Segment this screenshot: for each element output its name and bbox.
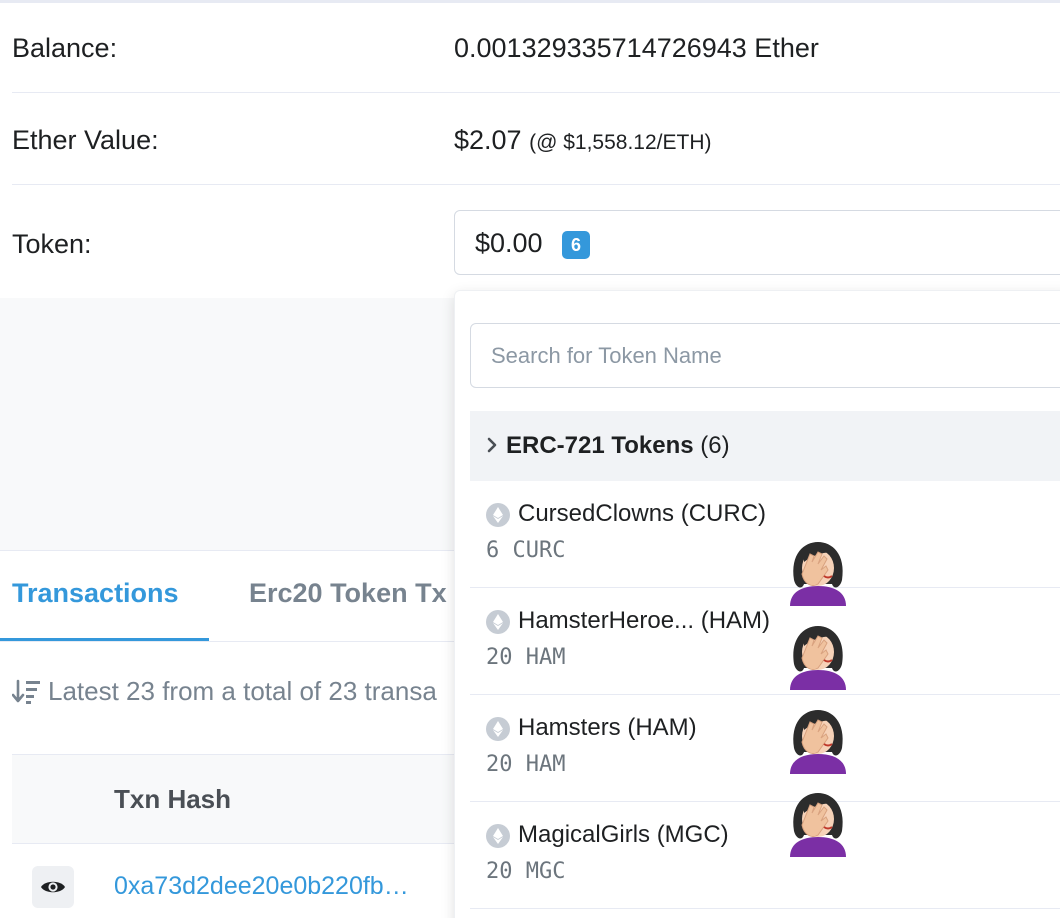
latest-transactions-summary: Latest 23 from a total of 23 transa (12, 676, 437, 707)
ether-usd-value: $2.07 (454, 124, 522, 155)
token-usd-value: $0.00 (475, 228, 543, 258)
column-header-txn-hash: Txn Hash (114, 784, 232, 814)
ether-rate: (@ $1,558.12/ETH) (529, 130, 712, 154)
token-name: HamsterHeroe... (HAM) (518, 607, 771, 634)
token-holdings-dropdown-button[interactable]: $0.00 6 (454, 210, 1060, 275)
token-name: CursedClowns (CURC) (518, 500, 767, 527)
row-divider (12, 184, 1060, 185)
token-list-item[interactable]: Hamsters (HAM) 20 HAM (470, 695, 1060, 802)
ether-value-label: Ether Value: (12, 124, 159, 155)
group-title: ERC-721 Tokens (6) (506, 432, 730, 460)
chevron-right-icon (487, 437, 497, 453)
ethereum-icon (486, 503, 510, 527)
eye-icon (41, 881, 65, 893)
facepalm-emoji-icon (790, 710, 846, 774)
ethereum-icon (486, 717, 510, 741)
sort-amount-down-icon (12, 679, 40, 704)
token-search-input[interactable] (470, 323, 1060, 388)
token-quantity: 20 HAM (486, 752, 566, 777)
ether-value: $2.07 (@ $1,558.12/ETH) (454, 125, 712, 156)
group-title-text: ERC-721 Tokens (506, 432, 694, 459)
erc721-tokens-group-header[interactable]: ERC-721 Tokens (6) (470, 411, 1060, 481)
token-count-badge: 6 (562, 231, 590, 259)
tab-erc20-token-txns[interactable]: Erc20 Token Tx (249, 578, 447, 609)
facepalm-emoji-icon (790, 542, 846, 606)
token-list-item[interactable]: MagicalGirls (MGC) 20 MGC (470, 802, 1060, 909)
balance-row: Balance: 0.001329335714726943 Ether (12, 28, 1060, 68)
facepalm-emoji-icon (790, 793, 846, 857)
ethereum-icon (486, 824, 510, 848)
tab-transactions[interactable]: Transactions (12, 578, 179, 609)
ethereum-icon (486, 610, 510, 634)
balance-value: 0.001329335714726943 Ether (454, 32, 819, 63)
facepalm-emoji-icon (790, 626, 846, 690)
token-name: Hamsters (HAM) (518, 714, 697, 741)
latest-text: Latest 23 from a total of 23 transa (48, 676, 437, 706)
group-count: (6) (700, 432, 730, 459)
balance-label: Balance: (12, 32, 118, 63)
view-details-button[interactable] (32, 866, 74, 908)
token-quantity: 20 MGC (486, 859, 566, 884)
token-list-item[interactable]: HamsterHeroe... (HAM) 20 HAM (470, 588, 1060, 695)
token-quantity: 6 CURC (486, 538, 566, 563)
txn-hash-link[interactable]: 0xa73d2dee20e0b220fb… (114, 872, 409, 901)
top-border (0, 0, 1060, 3)
row-divider (12, 92, 1060, 93)
token-quantity: 20 HAM (486, 645, 566, 670)
token-label: Token: (12, 228, 92, 259)
ether-value-row: Ether Value: $2.07 (@ $1,558.12/ETH) (12, 120, 1060, 160)
token-name: MagicalGirls (MGC) (518, 821, 729, 848)
token-list-item[interactable]: CursedClowns (CURC) 6 CURC (470, 481, 1060, 588)
